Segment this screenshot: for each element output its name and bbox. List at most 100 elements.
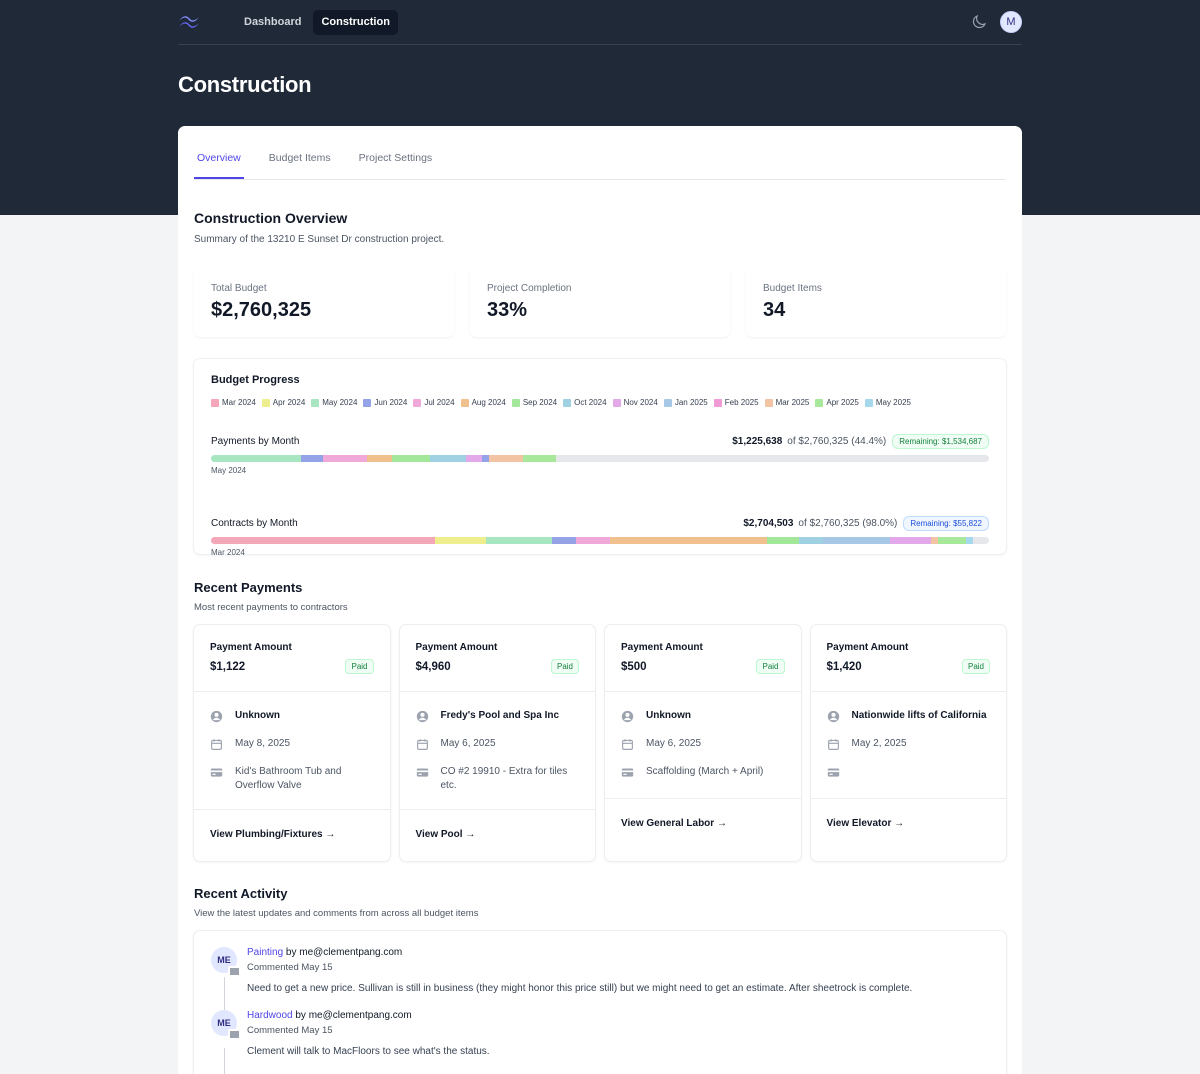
bar-segment[interactable] bbox=[488, 455, 523, 462]
user-circle-icon bbox=[827, 710, 839, 723]
contracts-progress-bar[interactable] bbox=[211, 537, 989, 544]
payments-remaining-badge: Remaining: $1,534,687 bbox=[892, 433, 989, 449]
contracts-label: Contracts by Month bbox=[211, 517, 298, 529]
view-budget-item-link[interactable]: View Plumbing/Fixtures → bbox=[194, 809, 390, 840]
logo-icon[interactable] bbox=[178, 14, 200, 30]
legend-label: Mar 2025 bbox=[775, 398, 810, 407]
budget-item-link[interactable]: Hardwood bbox=[247, 1010, 293, 1021]
tab-budget-items[interactable]: Budget Items bbox=[266, 152, 334, 179]
legend-swatch bbox=[460, 398, 469, 407]
legend-swatch bbox=[864, 398, 873, 407]
bar-segment[interactable] bbox=[823, 537, 891, 544]
tab-overview[interactable]: Overview bbox=[194, 152, 244, 179]
legend-swatch bbox=[363, 398, 372, 407]
activity-meta: Commented May 15 bbox=[247, 1025, 333, 1036]
stats-row: Total Budget $2,760,325 Project Completi… bbox=[194, 265, 1006, 337]
bar-segment[interactable] bbox=[767, 537, 800, 544]
stat-value: 34 bbox=[763, 299, 786, 321]
stat-budget-items: Budget Items 34 bbox=[746, 265, 1006, 337]
bar-segment[interactable] bbox=[430, 455, 467, 462]
budget-progress-panel: Budget Progress Mar 2024 Apr 2024 May 2024… bbox=[194, 359, 1006, 557]
bar-segment[interactable] bbox=[551, 537, 576, 544]
nav-construction[interactable]: Construction bbox=[313, 9, 398, 35]
status-badge: Paid bbox=[345, 659, 374, 674]
legend-label: Feb 2025 bbox=[724, 398, 759, 407]
legend-item: Feb 2025 bbox=[713, 398, 759, 407]
payment-date: May 8, 2025 bbox=[235, 738, 291, 749]
payment-amount: $1,122 bbox=[210, 660, 246, 673]
legend-label: Aug 2024 bbox=[471, 398, 506, 407]
bar-segment[interactable] bbox=[211, 455, 302, 462]
bar-segment[interactable] bbox=[392, 455, 431, 462]
payments-amount: $1,225,638 bbox=[732, 435, 783, 447]
view-budget-item-link[interactable]: View Elevator → bbox=[810, 798, 1006, 829]
bar-segment[interactable] bbox=[799, 537, 824, 544]
payment-amount-label: Payment Amount bbox=[826, 642, 909, 653]
moon-icon[interactable] bbox=[970, 13, 988, 31]
bar-segment[interactable] bbox=[301, 455, 324, 462]
user-circle-icon bbox=[416, 710, 428, 723]
bar-segment[interactable] bbox=[931, 537, 939, 544]
contracts-amount: $2,704,503 bbox=[743, 517, 794, 529]
bar-segment[interactable] bbox=[481, 455, 489, 462]
calendar-icon bbox=[622, 739, 633, 750]
payment-card: Payment Amount $500 Paid Unknown May 6, … bbox=[605, 625, 801, 861]
bar-segment[interactable] bbox=[938, 537, 966, 544]
payments-row-header: Payments by Month $1,225,638 of $2,760,3… bbox=[211, 433, 989, 449]
contracts-row-header: Contracts by Month $2,704,503 of $2,760,… bbox=[211, 515, 989, 531]
legend-item: Apr 2025 bbox=[815, 398, 859, 407]
legend-label: Jul 2024 bbox=[424, 398, 455, 407]
payment-amount-label: Payment Amount bbox=[415, 642, 498, 653]
calendar-icon bbox=[416, 739, 428, 750]
payments-progress-bar[interactable] bbox=[211, 455, 989, 462]
legend-item: Jul 2024 bbox=[413, 398, 455, 407]
nav-dashboard[interactable]: Dashboard bbox=[236, 10, 309, 35]
tab-bar: Overview Budget Items Project Settings bbox=[194, 126, 1006, 180]
activity-feed: ME Painting by me@clementpang.com Commen… bbox=[194, 931, 1006, 1074]
bar-segment[interactable] bbox=[323, 455, 367, 462]
legend-swatch bbox=[311, 398, 320, 407]
legend-item: Sep 2024 bbox=[511, 398, 558, 407]
view-budget-item-link[interactable]: View Pool → bbox=[399, 809, 595, 840]
bar-segment[interactable] bbox=[890, 537, 932, 544]
bar-segment[interactable] bbox=[466, 455, 482, 462]
stat-value: $2,760,325 bbox=[211, 299, 312, 321]
legend-item: Jan 2025 bbox=[663, 398, 708, 407]
budget-progress-title: Budget Progress bbox=[211, 374, 300, 386]
legend-item: Mar 2025 bbox=[764, 398, 810, 407]
payment-amount-label: Payment Amount bbox=[210, 642, 292, 653]
contracts-of-text: of $2,760,325 (98.0%) bbox=[798, 517, 898, 529]
stat-total-budget: Total Budget $2,760,325 bbox=[194, 265, 454, 337]
activity-author: by me@clementpang.com bbox=[295, 1010, 412, 1021]
status-badge: Paid bbox=[756, 659, 785, 674]
stat-label: Budget Items bbox=[763, 283, 822, 294]
legend-label: Oct 2024 bbox=[574, 398, 607, 407]
legend-swatch bbox=[663, 398, 672, 407]
budget-item-link[interactable]: Painting bbox=[247, 947, 283, 958]
stat-project-completion: Project Completion 33% bbox=[470, 265, 730, 337]
payment-description: Scaffolding (March + April) bbox=[646, 766, 764, 777]
avatar-initials: ME bbox=[217, 955, 231, 965]
bar-segment[interactable] bbox=[965, 537, 974, 544]
legend-item: Nov 2024 bbox=[612, 398, 658, 407]
user-avatar[interactable]: M bbox=[1000, 11, 1022, 33]
bar-segment[interactable] bbox=[485, 537, 552, 544]
bar-segment[interactable] bbox=[435, 537, 486, 544]
bar-segment[interactable] bbox=[211, 537, 436, 544]
bar-segment[interactable] bbox=[522, 455, 557, 462]
tab-project-settings[interactable]: Project Settings bbox=[356, 152, 436, 179]
activity-comment: Clement will talk to MacFloors to see wh… bbox=[247, 1046, 490, 1057]
payment-date: May 6, 2025 bbox=[440, 738, 496, 749]
credit-card-icon bbox=[827, 768, 839, 777]
bar-segment[interactable] bbox=[575, 537, 611, 544]
legend-item: Oct 2024 bbox=[563, 398, 607, 407]
credit-card-icon bbox=[621, 768, 634, 777]
legend-label: Sep 2024 bbox=[522, 398, 558, 407]
view-budget-item-link[interactable]: View General Labor → bbox=[605, 798, 801, 829]
legend-label: Jan 2025 bbox=[674, 398, 708, 407]
bar-segment[interactable] bbox=[366, 455, 393, 462]
bar-segment[interactable] bbox=[610, 537, 768, 544]
legend-label: Nov 2024 bbox=[623, 398, 658, 407]
legend-label: May 2025 bbox=[875, 398, 911, 407]
recent-activity-title: Recent Activity bbox=[194, 886, 288, 901]
